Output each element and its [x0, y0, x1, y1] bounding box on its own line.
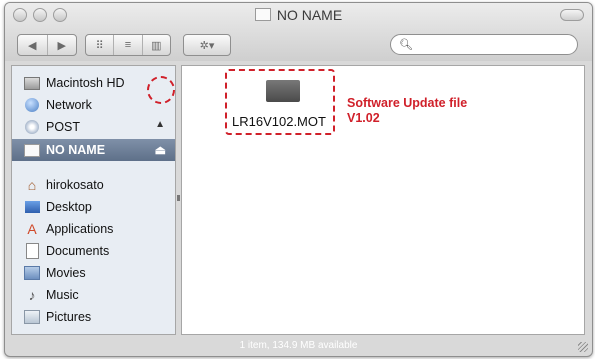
sidebar-item-label: Pictures: [46, 310, 92, 324]
sidebar-item-pictures[interactable]: Pictures: [12, 306, 175, 328]
window-title-text: NO NAME: [276, 7, 343, 23]
annotation-line-1: Software Update file: [347, 96, 468, 110]
list-view-icon: ≡: [124, 39, 132, 51]
file-browser: LR16V102.MOT Software Update file V1.02: [181, 65, 585, 335]
sidebar-item-applications[interactable]: A Applications: [12, 218, 175, 240]
action-button[interactable]: ✲▾: [183, 34, 231, 56]
file-highlight-annotation: [225, 69, 335, 135]
list-view-button[interactable]: ≡: [114, 35, 143, 55]
column-view-icon: ▥: [151, 39, 162, 52]
forward-arrow-icon: ▶: [57, 39, 66, 52]
applications-icon: A: [27, 221, 37, 237]
action-button-inner: ✲▾: [184, 35, 230, 55]
finder-window: NO NAME ◀ ▶ ⠿ ≡ ▥ ✲▾ 🔍︎ Macintosh HD Net…: [4, 2, 593, 357]
eject-highlight-annotation: [147, 76, 175, 104]
sidebar-item-label: Desktop: [46, 200, 92, 214]
resize-grip-icon[interactable]: [578, 342, 588, 352]
sidebar-item-label: Documents: [46, 244, 110, 258]
desktop-icon: [24, 199, 40, 215]
search-icon: 🔍︎: [399, 39, 413, 51]
window-title: NO NAME: [5, 7, 592, 23]
sidebar-item-label: Music: [46, 288, 79, 302]
home-icon: ⌂: [27, 177, 37, 193]
sidebar-item-label: Macintosh HD: [46, 76, 125, 90]
sidebar-item-label: POST: [46, 120, 81, 134]
column-view-button[interactable]: ▥: [143, 35, 170, 55]
annotation-note: Software Update file V1.02: [347, 96, 467, 126]
sidebar-item-label: NO NAME: [46, 143, 106, 157]
globe-icon: [24, 97, 40, 113]
back-button[interactable]: ◀: [18, 35, 48, 55]
pictures-icon: [24, 309, 40, 325]
sidebar-item-label: hirokosato: [46, 178, 104, 192]
title-bar: NO NAME ◀ ▶ ⠿ ≡ ▥ ✲▾ 🔍︎: [5, 3, 592, 61]
back-arrow-icon: ◀: [28, 39, 37, 52]
gear-icon: ✲▾: [199, 39, 215, 52]
drive-icon: [254, 8, 271, 21]
hard-disk-icon: [24, 75, 40, 91]
movies-icon: [24, 265, 40, 281]
disk-icon: [24, 119, 40, 135]
toolbar-toggle-button[interactable]: [560, 9, 584, 21]
sidebar-item-music[interactable]: ♪ Music: [12, 284, 175, 306]
icon-view-icon: ⠿: [95, 39, 104, 52]
forward-button[interactable]: ▶: [48, 35, 77, 55]
sidebar-item-documents[interactable]: Documents: [12, 240, 175, 262]
drive-icon: [24, 142, 40, 158]
eject-icon[interactable]: ▲: [155, 119, 165, 130]
sidebar-item-desktop[interactable]: Desktop: [12, 196, 175, 218]
sidebar-item-label: Applications: [46, 222, 114, 236]
view-buttons: ⠿ ≡ ▥: [85, 34, 171, 56]
sidebar-item-hirokosato[interactable]: ⌂ hirokosato: [12, 174, 175, 196]
search-field[interactable]: 🔍︎: [390, 34, 578, 55]
annotation-line-2: V1.02: [347, 111, 380, 125]
eject-icon[interactable]: ⏏: [155, 143, 166, 157]
sidebar-item-label: Movies: [46, 266, 86, 280]
sidebar-splitter[interactable]: [177, 195, 180, 201]
navigation-buttons: ◀ ▶: [17, 34, 77, 56]
icon-view-button[interactable]: ⠿: [86, 35, 115, 55]
sidebar-item-label: Network: [46, 98, 92, 112]
music-icon: ♪: [28, 287, 36, 303]
sidebar-item-post[interactable]: POST ▲: [12, 116, 175, 138]
documents-icon: [24, 243, 40, 259]
sidebar: Macintosh HD Network POST ▲ NO NAME ⏏ ⌂ …: [11, 65, 176, 335]
status-bar: 1 item, 134.9 MB available: [239, 340, 358, 351]
sidebar-item-no-name[interactable]: NO NAME ⏏: [12, 139, 175, 161]
sidebar-item-movies[interactable]: Movies: [12, 262, 175, 284]
